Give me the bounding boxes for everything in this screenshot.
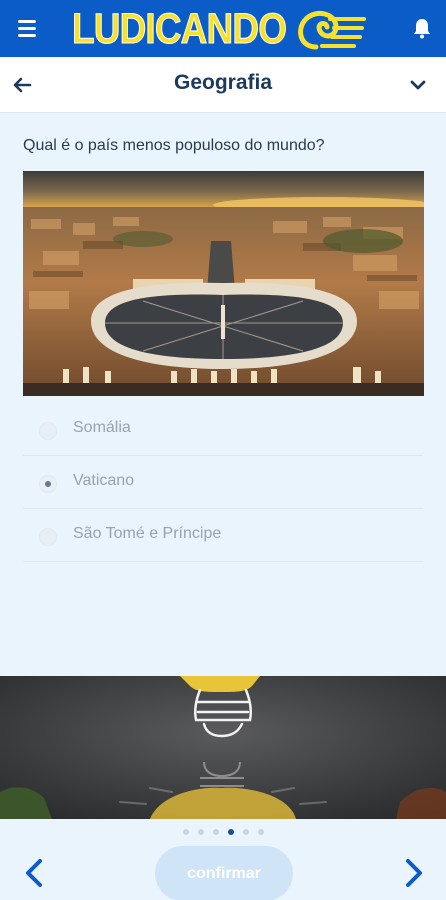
logo-swirl-icon: [298, 10, 366, 50]
category-title: Geografia: [173, 71, 273, 94]
page-dot: [257, 829, 264, 835]
page-dot: [242, 829, 249, 835]
answer-option[interactable]: São Tomé e Príncipe: [23, 509, 423, 562]
radio-button[interactable]: [39, 422, 57, 440]
radio-button[interactable]: [39, 528, 57, 546]
bell-icon[interactable]: [410, 16, 434, 40]
page-dot-active: [227, 829, 234, 835]
st-peters-square-photo: [23, 171, 424, 396]
hamburger-menu-icon[interactable]: [14, 16, 40, 40]
question-image: [23, 171, 424, 396]
page-dot: [182, 829, 189, 835]
chevron-down-icon[interactable]: [404, 71, 432, 99]
answer-option[interactable]: Vaticano: [23, 456, 423, 509]
page-dot: [212, 829, 219, 835]
answer-label: Vaticano: [73, 472, 135, 489]
answer-option[interactable]: Somália: [23, 403, 423, 456]
radio-button-selected[interactable]: [39, 475, 57, 493]
bottom-navigation: confirmar: [0, 819, 446, 900]
answer-label: Somália: [73, 419, 131, 436]
ludicando-logo: LUDICANDO: [72, 4, 366, 54]
logo-text: LUDICANDO: [72, 5, 288, 54]
question-text: Qual é o país menos populoso do mundo?: [23, 137, 325, 154]
lightbulb-illustration: [0, 676, 446, 819]
page-dot: [197, 829, 204, 835]
lightbulb-banner: [0, 676, 446, 819]
confirm-button[interactable]: confirmar: [155, 846, 293, 900]
chevron-left-icon[interactable]: [20, 855, 50, 891]
answer-label: São Tomé e Príncipe: [73, 525, 222, 542]
page-indicator: [0, 829, 446, 835]
chevron-right-icon[interactable]: [398, 855, 428, 891]
question-card: Qual é o país menos populoso do mundo? S…: [0, 113, 446, 676]
answer-options: Somália Vaticano São Tomé e Príncipe: [23, 403, 423, 562]
category-header: Geografia: [0, 57, 446, 113]
app-bar: LUDICANDO: [0, 0, 446, 57]
